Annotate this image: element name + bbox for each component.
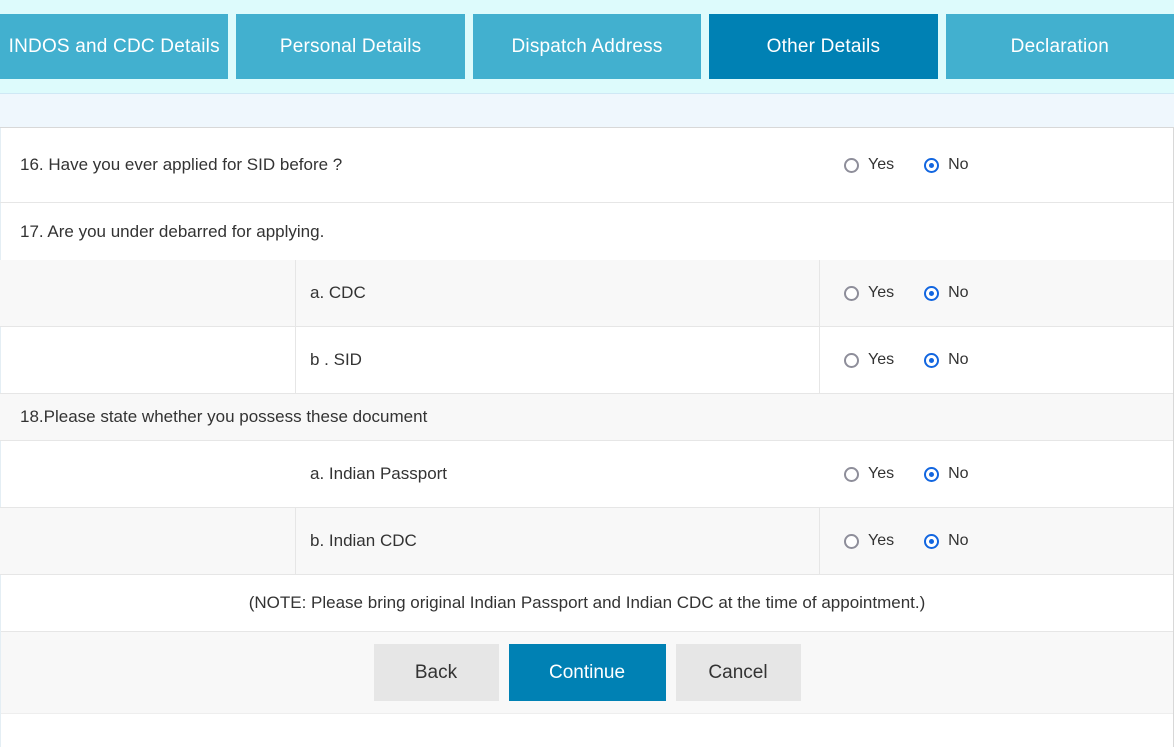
tab-personal-details[interactable]: Personal Details — [236, 14, 464, 79]
tab-strip: INDOS and CDC Details Personal Details D… — [0, 0, 1174, 93]
question-18a-answer-group: Yes No — [820, 441, 1174, 507]
continue-button[interactable]: Continue — [509, 644, 666, 701]
q18b-radio-yes[interactable]: Yes — [844, 532, 894, 550]
q17a-radio-no[interactable]: No — [924, 284, 968, 302]
radio-label: Yes — [868, 532, 894, 550]
question-17b-label-cell: b . SID — [296, 327, 820, 393]
radio-selected-icon — [924, 158, 939, 173]
radio-selected-icon — [924, 353, 939, 368]
card-footer-spacer — [0, 714, 1174, 748]
radio-selected-icon — [924, 286, 939, 301]
question-row-17b: b . SID Yes No — [0, 327, 1174, 394]
question-18b-label: b. Indian CDC — [310, 531, 417, 551]
radio-label: Yes — [868, 351, 894, 369]
tab-declaration[interactable]: Declaration — [946, 14, 1174, 79]
tab-label: INDOS and CDC Details — [9, 36, 220, 58]
section-separator-band — [0, 93, 1174, 127]
q17a-radio-yes[interactable]: Yes — [844, 284, 894, 302]
question-18b-label-cell: b. Indian CDC — [296, 508, 820, 574]
radio-selected-icon — [924, 534, 939, 549]
form-actions-row: Back Continue Cancel — [0, 632, 1174, 714]
question-row-18: 18.Please state whether you possess thes… — [0, 394, 1174, 441]
question-17a-label-cell: a. CDC — [296, 260, 820, 326]
radio-label: No — [948, 284, 968, 302]
question-16-answer-group: Yes No — [820, 128, 1174, 202]
tab-dispatch-address[interactable]: Dispatch Address — [473, 14, 701, 79]
cancel-button[interactable]: Cancel — [676, 644, 801, 701]
radio-circle-icon — [844, 158, 859, 173]
tab-label: Dispatch Address — [511, 36, 662, 58]
question-17-text: 17. Are you under debarred for applying. — [0, 222, 324, 242]
back-button[interactable]: Back — [374, 644, 499, 701]
q17b-radio-yes[interactable]: Yes — [844, 351, 894, 369]
spacer-cell — [0, 327, 296, 393]
question-row-17: 17. Are you under debarred for applying. — [0, 203, 1174, 260]
question-18b-answer-group: Yes No — [820, 508, 1174, 574]
radio-label: Yes — [868, 284, 894, 302]
q18a-radio-no[interactable]: No — [924, 465, 968, 483]
spacer-cell — [0, 441, 296, 507]
question-17a-answer-group: Yes No — [820, 260, 1174, 326]
tab-indos-and-cdc-details[interactable]: INDOS and CDC Details — [0, 14, 228, 79]
tab-label: Declaration — [1011, 36, 1109, 58]
note-text: (NOTE: Please bring original Indian Pass… — [249, 593, 926, 613]
radio-label: No — [948, 465, 968, 483]
question-16-text: 16. Have you ever applied for SID before… — [0, 155, 342, 175]
question-row-18a: a. Indian Passport Yes No — [0, 441, 1174, 508]
note-row: (NOTE: Please bring original Indian Pass… — [0, 575, 1174, 632]
question-row-17a: a. CDC Yes No — [0, 260, 1174, 327]
radio-label: Yes — [868, 465, 894, 483]
question-18a-label-cell: a. Indian Passport — [296, 441, 820, 507]
radio-label: No — [948, 156, 968, 174]
radio-circle-icon — [844, 353, 859, 368]
question-17b-answer-group: Yes No — [820, 327, 1174, 393]
radio-circle-icon — [844, 467, 859, 482]
tab-other-details[interactable]: Other Details — [709, 14, 937, 79]
radio-label: Yes — [868, 156, 894, 174]
question-row-18b: b. Indian CDC Yes No — [0, 508, 1174, 575]
question-18-text: 18.Please state whether you possess thes… — [0, 407, 427, 427]
radio-selected-icon — [924, 467, 939, 482]
tab-label: Other Details — [767, 36, 880, 58]
tab-label: Personal Details — [280, 36, 422, 58]
question-17a-label: a. CDC — [310, 283, 366, 303]
q18a-radio-yes[interactable]: Yes — [844, 465, 894, 483]
question-row-16: 16. Have you ever applied for SID before… — [0, 128, 1174, 203]
spacer-cell — [0, 508, 296, 574]
application-window: INDOS and CDC Details Personal Details D… — [0, 0, 1174, 748]
question-18a-label: a. Indian Passport — [310, 464, 447, 484]
q16-radio-no[interactable]: No — [924, 156, 968, 174]
radio-label: No — [948, 351, 968, 369]
spacer-cell — [0, 260, 296, 326]
tab-list: INDOS and CDC Details Personal Details D… — [0, 14, 1174, 79]
other-details-form-card: 16. Have you ever applied for SID before… — [0, 127, 1174, 748]
radio-circle-icon — [844, 286, 859, 301]
q16-radio-yes[interactable]: Yes — [844, 156, 894, 174]
question-17b-label: b . SID — [310, 350, 362, 370]
radio-label: No — [948, 532, 968, 550]
q17b-radio-no[interactable]: No — [924, 351, 968, 369]
radio-circle-icon — [844, 534, 859, 549]
q18b-radio-no[interactable]: No — [924, 532, 968, 550]
